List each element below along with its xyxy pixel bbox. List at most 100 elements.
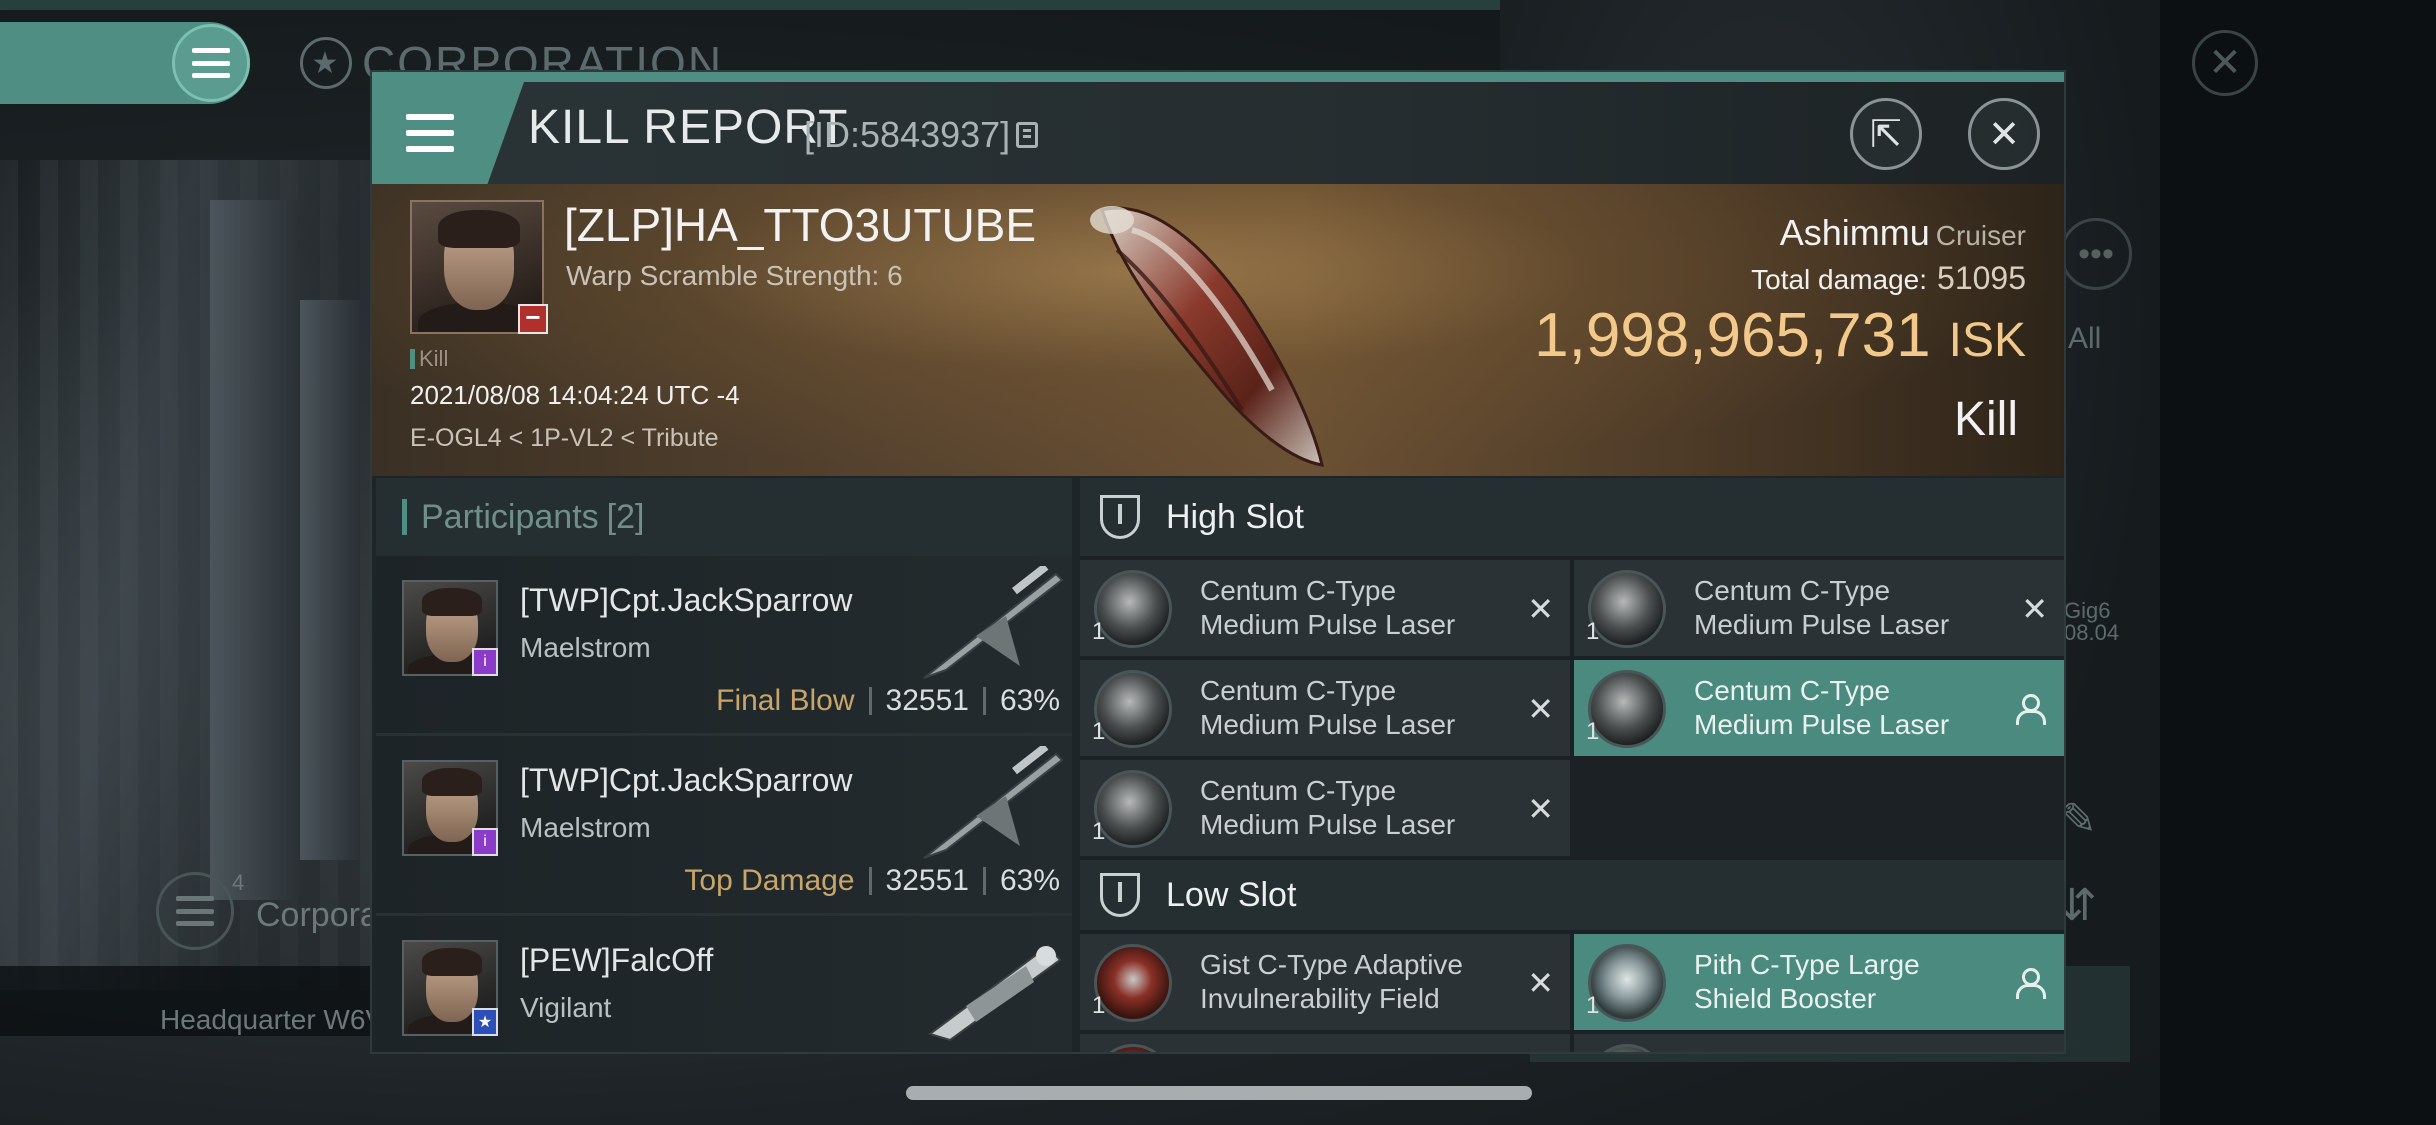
module-name: Gist C-Type Adaptive Invulnerability Fiel…: [1200, 949, 1464, 1014]
copy-icon[interactable]: [1016, 122, 1039, 148]
total-damage: Total damage: 51095: [1751, 260, 2026, 297]
destroyed-x-icon: ✕: [2021, 591, 2048, 627]
destroyed-x-icon: ✕: [1527, 691, 1554, 727]
close-icon: ✕: [1988, 113, 2020, 156]
kill-timestamp: 2021/08/08 14:04:24 UTC -4: [410, 380, 740, 410]
participant-name: [TWP]Cpt.JackSparrow: [520, 582, 853, 618]
empty-slot: [1574, 760, 2064, 856]
ellipsis-icon[interactable]: •••: [2060, 218, 2132, 290]
kill-id[interactable]: [ID:5843937]: [804, 114, 1039, 156]
isk-value: 1,998,965,731 ISK: [1534, 300, 2026, 371]
participant-name: [PEW]FalcOff: [520, 942, 714, 978]
module-name: Centum C-Type Medium Pulse Laser: [1200, 675, 1456, 740]
panel-accent-line: [372, 72, 2064, 82]
module-name: Centum C-Type Medium Pulse Laser: [1200, 775, 1456, 840]
module-quantity: 1: [1092, 818, 1106, 845]
participants-header[interactable]: Participants [2]: [376, 478, 1072, 556]
participant-ship: Maelstrom: [520, 812, 651, 843]
low-slot-icon: [1100, 873, 1140, 917]
module-icon: [1588, 1044, 1666, 1052]
destroyed-x-icon: ✕: [1527, 591, 1554, 627]
ship-name: Ashimmu: [1779, 212, 1930, 253]
invulnerability-field-icon: [1094, 944, 1172, 1022]
pulse-laser-icon: [1588, 670, 1666, 748]
participant-ship: Maelstrom: [520, 632, 651, 663]
high-slot-label: High Slot: [1166, 497, 1304, 536]
module-item-partial[interactable]: [1080, 1034, 1570, 1052]
hamburger-icon: [406, 114, 454, 152]
module-item[interactable]: 1 Centum C-Type Medium Pulse Laser ✕: [1574, 560, 2064, 656]
module-item[interactable]: 1 Centum C-Type Medium Pulse Laser ✕: [1080, 560, 1570, 656]
victim-banner: − [ZLP]HA_TTO3UTUBE Warp Scramble Streng…: [372, 184, 2064, 476]
kill-location[interactable]: E-OGL4 < 1P-VL2 < Tribute: [410, 424, 719, 453]
person-icon: [2016, 694, 2046, 725]
filter-all-label[interactable]: All: [2068, 322, 2101, 356]
hamburger-icon: [176, 896, 214, 926]
divider: [982, 687, 986, 715]
module-quantity: 1: [1586, 992, 1600, 1019]
participants-count: [2]: [606, 497, 645, 536]
participant-role: Top Damage: [684, 864, 855, 897]
corporation-menu-button[interactable]: [156, 872, 234, 950]
module-item[interactable]: 1 Centum C-Type Medium Pulse Laser ✕: [1080, 660, 1570, 756]
module-quantity: 1: [1586, 718, 1600, 745]
isk-amount: 1,998,965,731: [1534, 301, 1931, 370]
module-quantity: 1: [1092, 992, 1106, 1019]
module-name: Centum C-Type Medium Pulse Laser: [1200, 575, 1456, 640]
module-item-partial[interactable]: [1574, 1034, 2064, 1052]
participant-ship-image: [927, 944, 1062, 1042]
background-space: [2160, 0, 2436, 1125]
module-item-dropped[interactable]: 1 Pith C-Type Large Shield Booster: [1574, 934, 2064, 1030]
station-tower: [300, 300, 360, 860]
info-badge-icon: i: [472, 648, 498, 676]
module-name: Pith C-Type Large Shield Booster: [1694, 949, 1920, 1014]
low-slot-header[interactable]: Low Slot: [1080, 860, 2064, 930]
total-damage-label: Total damage:: [1751, 264, 1928, 295]
gig-line-1: Gig6: [2064, 598, 2111, 623]
high-slot-header[interactable]: High Slot: [1080, 478, 2064, 556]
background-close-icon[interactable]: ✕: [2192, 30, 2258, 96]
victim-ship-type[interactable]: Ashimmu Cruiser: [1780, 212, 2026, 254]
divider: [868, 687, 872, 715]
ship-class: Cruiser: [1935, 220, 2026, 251]
module-icon: [1094, 1044, 1172, 1052]
participant-percent: 63%: [999, 684, 1060, 717]
participant-row[interactable]: i [TWP]Cpt.JackSparrow Maelstrom Final B…: [376, 556, 1072, 736]
star-badge-icon: ★: [472, 1008, 498, 1036]
participant-row[interactable]: i [TWP]Cpt.JackSparrow Maelstrom Top Dam…: [376, 736, 1072, 916]
page-title: KILL REPORT: [528, 101, 849, 154]
pulse-laser-icon: [1094, 570, 1172, 648]
corporation-label: Corpora: [256, 896, 379, 934]
kill-result: Kill: [1953, 393, 2018, 446]
home-indicator[interactable]: [906, 1086, 1532, 1100]
victim-ship-image[interactable]: [1072, 190, 1352, 480]
gig-line-2: 08.04: [2064, 620, 2120, 645]
headquarter-label: Headquarter W6V: [160, 1004, 385, 1035]
low-slot-grid: 1 Gist C-Type Adaptive Invulnerability Fi…: [1080, 930, 2064, 1052]
divider: [868, 867, 872, 895]
shield-booster-icon: [1588, 944, 1666, 1022]
share-button[interactable]: ⇱: [1850, 98, 1922, 170]
station-tower: [210, 200, 300, 900]
pulse-laser-icon: [1588, 570, 1666, 648]
participants-label: Participants: [421, 497, 599, 536]
participant-ship-image: [923, 566, 1064, 679]
close-button[interactable]: ✕: [1968, 98, 2040, 170]
corp-menu-button[interactable]: [172, 24, 250, 102]
module-quantity: 1: [1092, 618, 1106, 645]
participant-ship: Vigilant: [520, 992, 612, 1023]
low-slot-label: Low Slot: [1166, 875, 1297, 914]
high-slot-grid: 1 Centum C-Type Medium Pulse Laser ✕ 1 Ce…: [1080, 556, 2064, 860]
hamburger-icon: [192, 48, 230, 78]
corporation-count: 4: [232, 870, 245, 895]
participant-damage: 32551: [885, 864, 969, 897]
participant-row[interactable]: ★ [PEW]FalcOff Vigilant: [376, 916, 1072, 1052]
victim-name[interactable]: [ZLP]HA_TTO3UTUBE: [564, 198, 1036, 252]
destroyed-x-icon: ✕: [1527, 791, 1554, 827]
star-icon: ★: [300, 37, 352, 89]
module-item[interactable]: 1 Centum C-Type Medium Pulse Laser ✕: [1080, 760, 1570, 856]
module-item-dropped[interactable]: 1 Centum C-Type Medium Pulse Laser: [1574, 660, 2064, 756]
participant-ship-image: [923, 746, 1064, 859]
kill-id-text: [ID:5843937]: [804, 114, 1011, 155]
module-item[interactable]: 1 Gist C-Type Adaptive Invulnerability Fi…: [1080, 934, 1570, 1030]
